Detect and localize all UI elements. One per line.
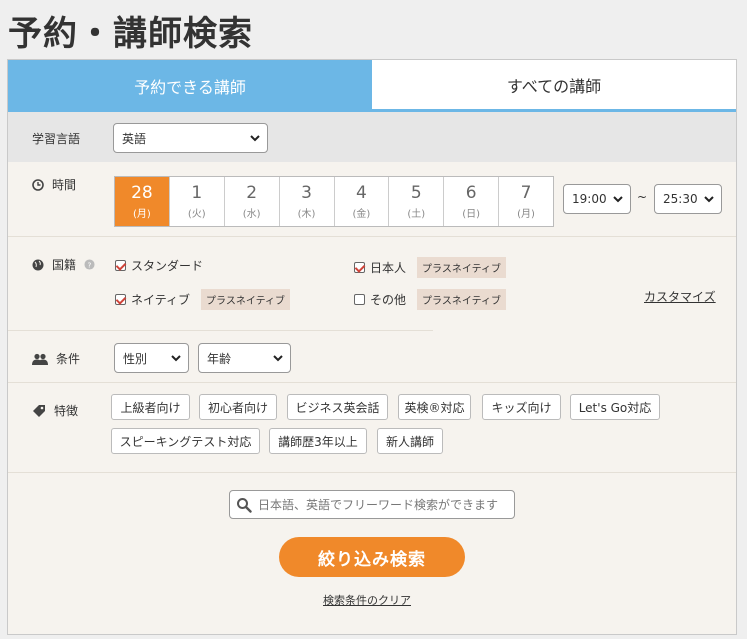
chevron-down-icon: [613, 196, 623, 203]
feature-tag-lets-go[interactable]: Let's Go対応: [570, 394, 660, 420]
clear-conditions-link[interactable]: 検索条件のクリア: [323, 592, 411, 608]
divider: [8, 472, 736, 473]
tag-icon: [33, 404, 45, 417]
feature-tag-advanced[interactable]: 上級者向け: [111, 394, 190, 420]
date-number: 3: [301, 183, 312, 203]
checkbox-other[interactable]: [354, 294, 365, 305]
checkbox-standard[interactable]: [115, 260, 126, 271]
date-weekday: (火): [187, 209, 206, 220]
divider: [8, 330, 433, 331]
date-cell[interactable]: 7 (月): [499, 177, 553, 226]
date-number: 7: [520, 183, 532, 203]
free-word-search[interactable]: 日本語、英語でフリーワード検索ができます: [229, 490, 515, 519]
date-weekday: (土): [407, 209, 426, 220]
time-to-select[interactable]: 25:30: [654, 184, 722, 214]
date-cell[interactable]: 1 (火): [170, 177, 225, 226]
nationality-option-label: 日本人: [370, 261, 407, 275]
nationality-option-label: スタンダード: [131, 259, 204, 273]
gender-select-value: 性別: [123, 351, 148, 366]
time-range-tilde: ~: [637, 190, 648, 204]
date-number: 5: [410, 183, 422, 203]
divider: [8, 382, 736, 383]
customize-link[interactable]: カスタマイズ: [644, 288, 716, 305]
tab-bar: 予約できる講師 すべての講師: [8, 60, 736, 112]
nationality-option-label: その他: [370, 293, 407, 307]
date-number: 4: [356, 183, 367, 203]
chevron-down-icon: [704, 196, 714, 203]
date-cell[interactable]: 5 (土): [389, 177, 445, 226]
nationality-option-label: ネイティブ: [131, 293, 191, 307]
date-cell[interactable]: 28 (月): [115, 177, 170, 226]
date-number: 2: [246, 183, 258, 203]
time-label-text: 時間: [52, 178, 77, 192]
nationality-option-japanese[interactable]: 日本人 プラスネイティブ: [354, 257, 507, 278]
date-number: 28: [131, 183, 153, 203]
features-label: 特徴: [32, 402, 78, 419]
search-panel: 予約できる講師 すべての講師 学習言語 英語 時間 28 (月) 1 (火) 2 (水) 3…: [7, 59, 737, 635]
date-weekday: (日): [462, 209, 481, 220]
date-cell[interactable]: 2 (水): [225, 177, 280, 226]
date-picker: 28 (月) 1 (火) 2 (水) 3 (木) 4 (金) 5 (土) 6 (日) 7 (月): [114, 176, 554, 227]
nationality-option-native[interactable]: ネイティブ プラスネイティブ: [115, 289, 291, 310]
plus-native-tag: プラスネイティブ: [417, 289, 507, 310]
language-label: 学習言語: [32, 132, 81, 146]
help-icon[interactable]: ?: [84, 259, 95, 270]
age-select-value: 年齢: [207, 351, 232, 366]
chevron-down-icon: [273, 355, 283, 362]
feature-tag-experienced[interactable]: 講師歴3年以上: [269, 428, 367, 454]
tab-available-teachers[interactable]: 予約できる講師: [8, 60, 372, 112]
language-select[interactable]: 英語: [113, 123, 268, 153]
divider: [8, 236, 736, 237]
conditions-label: 条件: [32, 350, 80, 367]
svg-text:?: ?: [88, 260, 92, 269]
chevron-down-icon: [171, 355, 181, 362]
filter-search-button[interactable]: 絞り込み検索: [279, 537, 465, 577]
chevron-down-icon: [250, 135, 260, 142]
date-weekday: (金): [352, 209, 371, 220]
checkbox-native[interactable]: [115, 294, 126, 305]
date-cell[interactable]: 4 (金): [335, 177, 390, 226]
age-select[interactable]: 年齢: [198, 343, 291, 373]
gender-select[interactable]: 性別: [114, 343, 189, 373]
date-weekday: (月): [517, 209, 535, 220]
plus-native-tag: プラスネイティブ: [201, 289, 291, 310]
conditions-label-text: 条件: [56, 352, 81, 366]
tab-all-teachers[interactable]: すべての講師: [372, 60, 736, 112]
time-from-select[interactable]: 19:00: [563, 184, 631, 214]
clock-icon: [32, 178, 44, 191]
time-label: 時間: [32, 176, 76, 193]
date-weekday: (水): [242, 209, 261, 220]
feature-tag-new-teacher[interactable]: 新人講師: [377, 428, 443, 454]
search-icon: [237, 497, 252, 513]
checkbox-japanese[interactable]: [354, 262, 365, 273]
language-select-value: 英語: [122, 131, 147, 146]
page-title: 予約・講師検索: [8, 14, 253, 54]
nationality-option-standard[interactable]: スタンダード: [115, 257, 203, 274]
feature-tag-speaking-test[interactable]: スピーキングテスト対応: [111, 428, 260, 454]
plus-native-tag: プラスネイティブ: [417, 257, 507, 278]
date-cell[interactable]: 6 (日): [444, 177, 500, 226]
feature-tag-beginner[interactable]: 初心者向け: [199, 394, 277, 420]
language-row: 学習言語 英語: [8, 112, 736, 162]
nationality-label-text: 国籍: [52, 258, 77, 272]
nationality-option-other[interactable]: その他 プラスネイティブ: [354, 289, 507, 310]
feature-tag-eiken[interactable]: 英検®対応: [398, 394, 471, 420]
date-number: 6: [465, 183, 477, 203]
date-number: 1: [191, 183, 203, 203]
feature-tag-business[interactable]: ビジネス英会話: [287, 394, 388, 420]
date-cell[interactable]: 3 (木): [280, 177, 335, 226]
date-weekday: (月): [133, 209, 151, 220]
feature-tag-kids[interactable]: キッズ向け: [482, 394, 561, 420]
time-from-value: 19:00: [572, 192, 607, 206]
date-weekday: (木): [297, 209, 316, 220]
globe-icon: [32, 259, 44, 270]
search-placeholder: 日本語、英語でフリーワード検索ができます: [258, 498, 499, 512]
nationality-label: 国籍 ?: [32, 256, 95, 273]
time-to-value: 25:30: [663, 192, 698, 206]
people-icon: [32, 353, 48, 365]
features-label-text: 特徴: [54, 404, 79, 418]
